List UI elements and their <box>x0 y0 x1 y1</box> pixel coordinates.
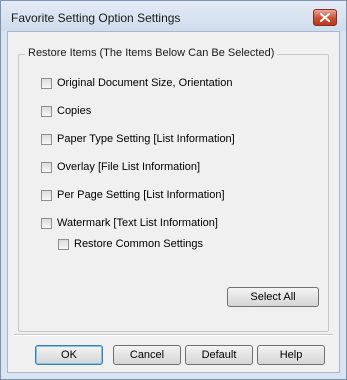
restore-items-group-label: Restore Items (The Items Below Can Be Se… <box>25 47 278 59</box>
checkbox-box[interactable] <box>41 105 52 117</box>
select-all-button[interactable]: Select All <box>227 287 319 307</box>
checkbox-restore-common-settings[interactable]: Restore Common Settings <box>58 238 203 250</box>
checkbox-label: Original Document Size, Orientation <box>57 77 233 89</box>
separator <box>14 334 333 336</box>
checkbox-box[interactable] <box>41 161 52 173</box>
checkbox-box[interactable] <box>58 238 69 250</box>
checkbox-box[interactable] <box>41 189 52 201</box>
checkbox-label: Overlay [File List Information] <box>57 161 201 173</box>
checkbox-watermark[interactable]: Watermark [Text List Information] <box>41 217 218 229</box>
default-button[interactable]: Default <box>185 345 253 365</box>
checkbox-box[interactable] <box>41 133 52 145</box>
checkbox-box[interactable] <box>41 217 52 229</box>
ok-button[interactable]: OK <box>35 345 103 365</box>
checkbox-paper-type-setting[interactable]: Paper Type Setting [List Information] <box>41 133 235 145</box>
title-bar: Favorite Setting Option Settings <box>1 1 346 31</box>
dialog-client-area: Restore Items (The Items Below Can Be Se… <box>7 31 340 373</box>
checkbox-overlay[interactable]: Overlay [File List Information] <box>41 161 200 173</box>
checkbox-label: Watermark [Text List Information] <box>57 217 218 229</box>
help-button[interactable]: Help <box>257 345 325 365</box>
close-icon <box>320 13 330 22</box>
checkbox-label: Copies <box>57 105 92 117</box>
checkbox-original-document-size[interactable]: Original Document Size, Orientation <box>41 77 232 89</box>
restore-items-group: Restore Items (The Items Below Can Be Se… <box>18 47 329 332</box>
checkbox-per-page-setting[interactable]: Per Page Setting [List Information] <box>41 189 225 201</box>
dialog-window: Favorite Setting Option Settings Restore… <box>0 0 347 380</box>
checkbox-copies[interactable]: Copies <box>41 105 91 117</box>
window-title: Favorite Setting Option Settings <box>11 11 181 25</box>
cancel-button[interactable]: Cancel <box>113 345 181 365</box>
checkbox-label: Per Page Setting [List Information] <box>57 189 225 201</box>
checkbox-box[interactable] <box>41 77 52 89</box>
close-button[interactable] <box>313 9 337 26</box>
checkbox-label: Paper Type Setting [List Information] <box>57 133 235 145</box>
checkbox-label: Restore Common Settings <box>74 238 203 250</box>
